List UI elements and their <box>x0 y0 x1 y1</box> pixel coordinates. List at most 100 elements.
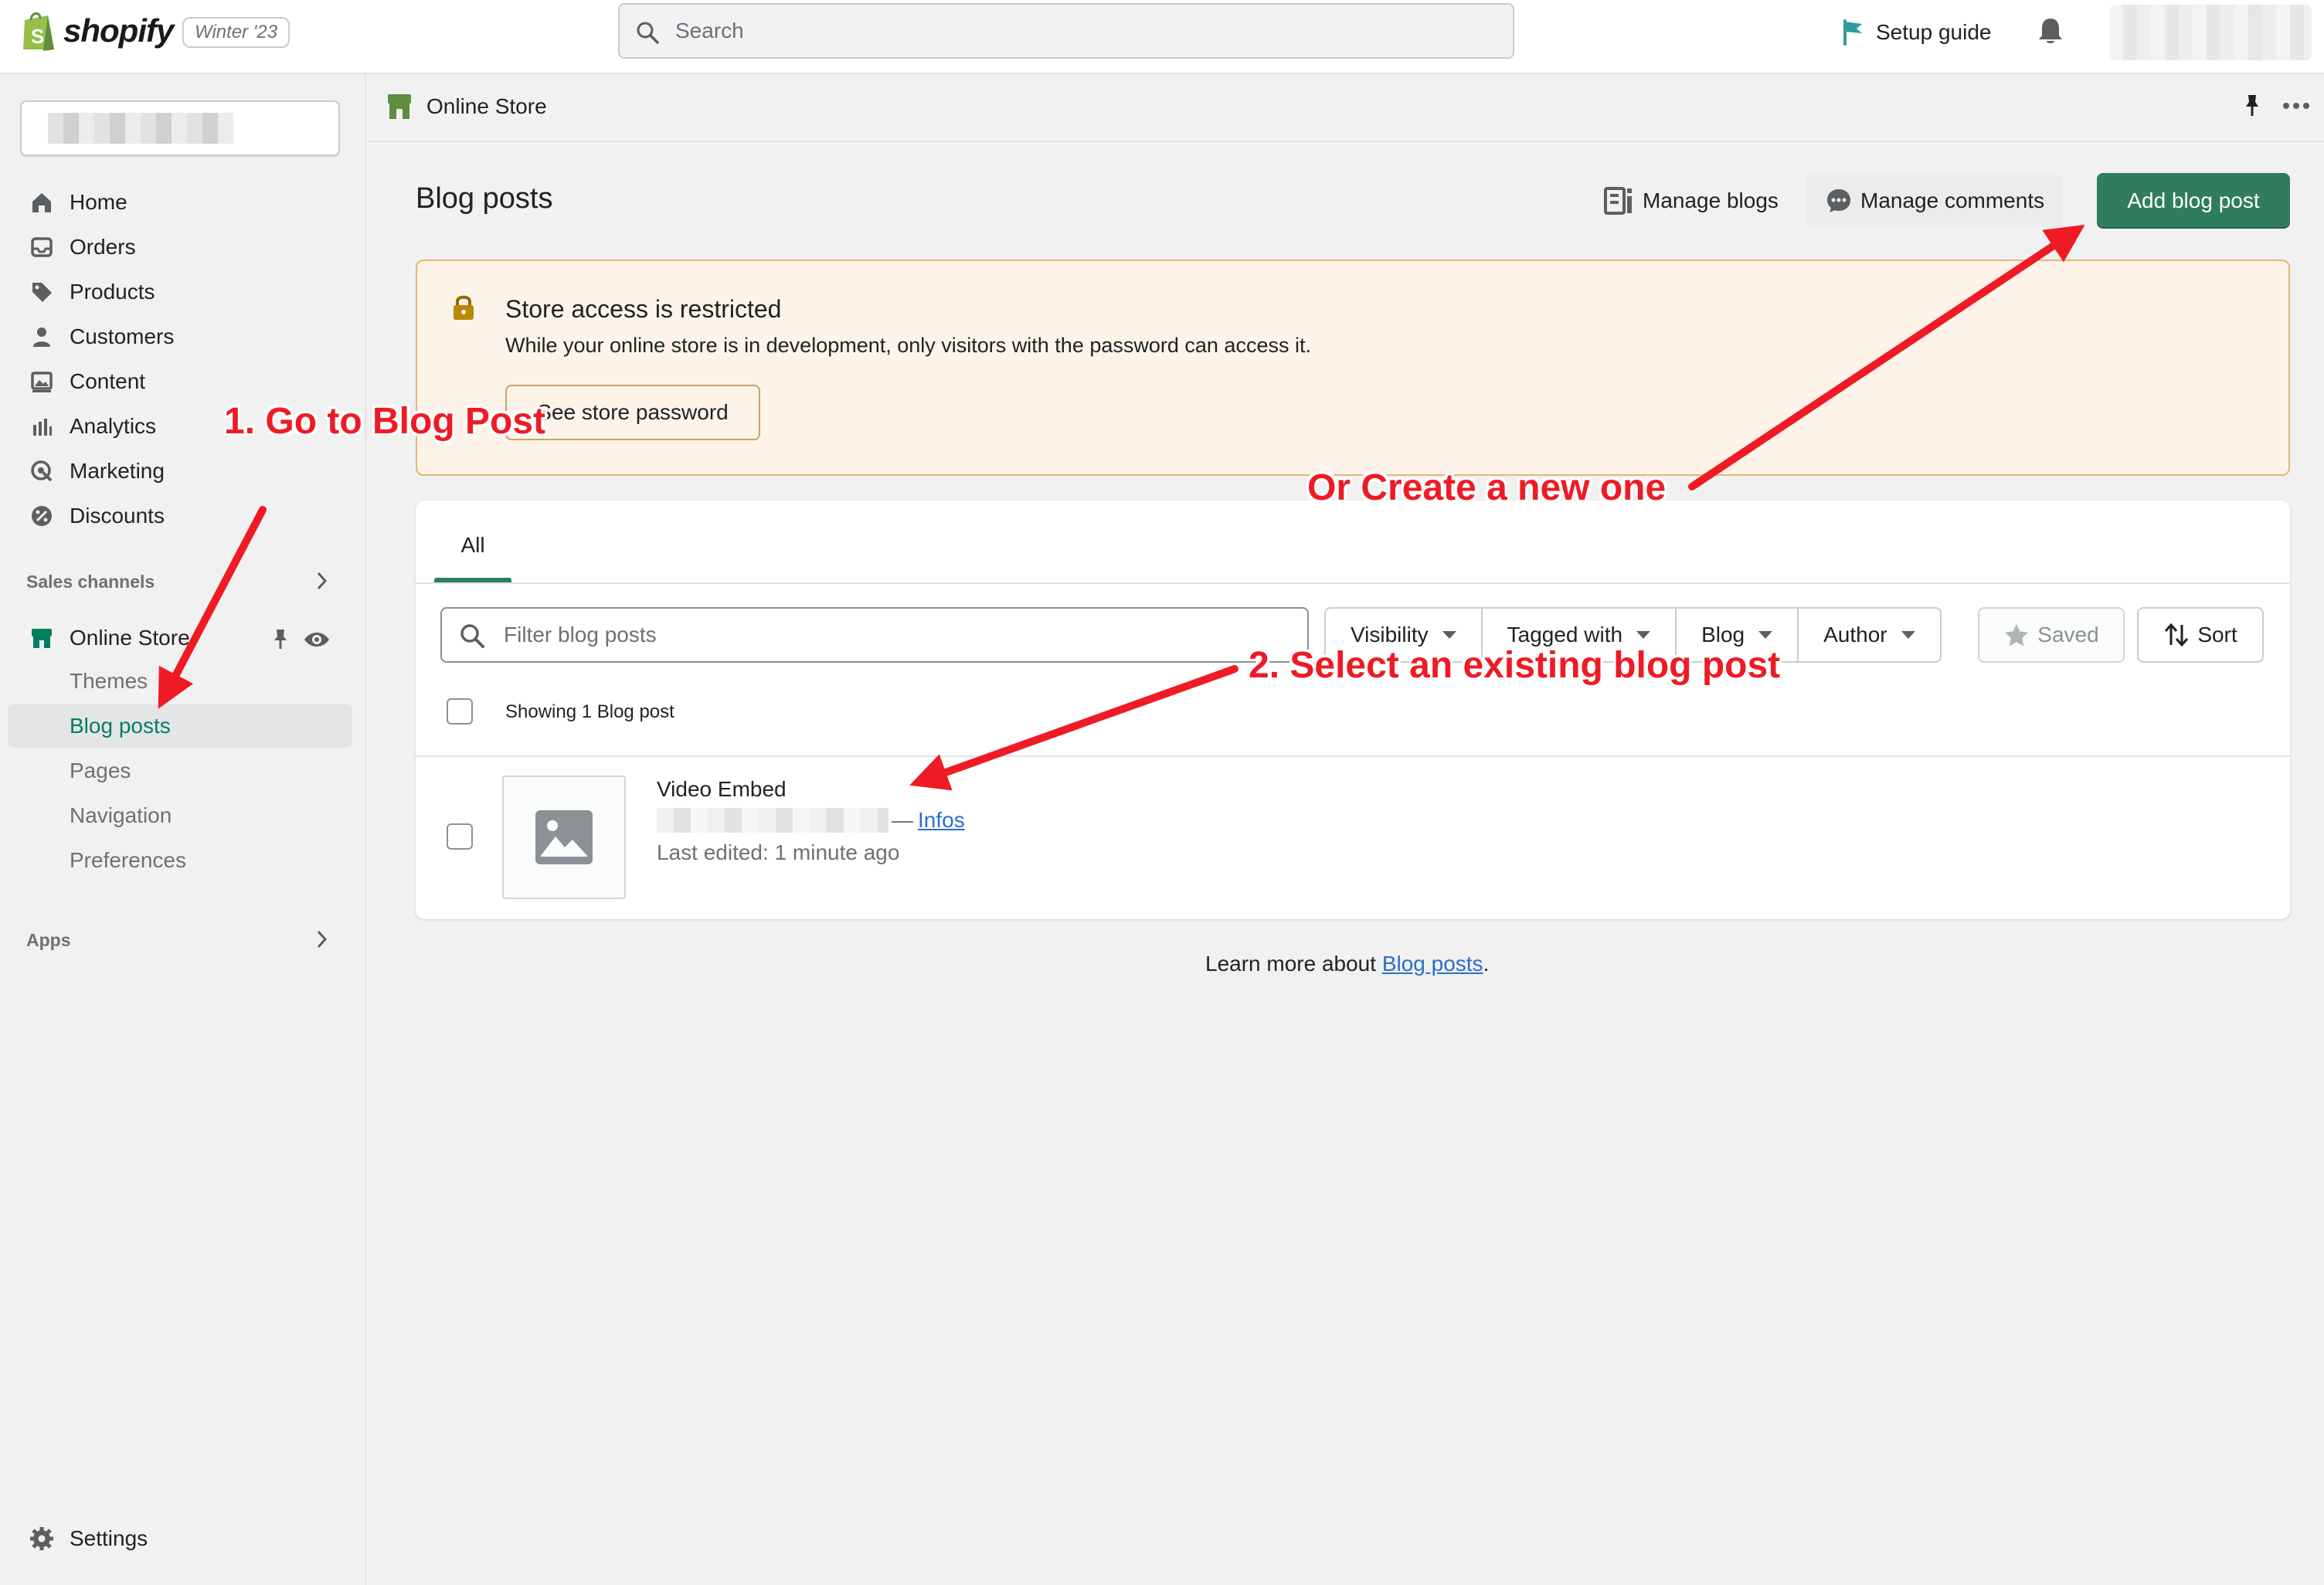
tag-icon <box>28 278 56 306</box>
shopify-logo[interactable]: S shopify <box>20 9 174 53</box>
post-title[interactable]: Video Embed <box>657 777 787 802</box>
sidebar-item-themes[interactable]: Themes <box>70 663 148 700</box>
sort-label: Sort <box>2197 623 2237 647</box>
post-meta-separator: — <box>892 808 913 832</box>
caret-down-icon <box>1636 631 1651 639</box>
chevron-right-icon[interactable] <box>312 928 331 950</box>
edition-badge: Winter '23 <box>182 17 290 48</box>
lock-icon <box>454 295 474 320</box>
search-input[interactable] <box>675 5 1494 57</box>
learn-more-text: Learn more about Blog posts. <box>1205 952 1489 976</box>
sidebar-item-blog-posts[interactable]: Blog posts <box>70 708 171 745</box>
sidebar-item-label: Marketing <box>70 459 165 483</box>
sidebar-item-preferences[interactable]: Preferences <box>70 842 186 879</box>
saved-button[interactable]: Saved <box>1978 607 2125 663</box>
orders-icon <box>28 233 56 261</box>
caret-down-icon <box>1442 631 1456 639</box>
sidebar-item-products[interactable]: Products <box>28 273 155 311</box>
person-icon <box>28 323 56 351</box>
pin-icon[interactable] <box>270 627 290 652</box>
sidebar-item-navigation[interactable]: Navigation <box>70 797 172 834</box>
image-placeholder-icon <box>535 810 593 864</box>
banner-title: Store access is restricted <box>505 295 782 323</box>
chevron-right-icon[interactable] <box>312 570 331 592</box>
search-icon <box>460 624 484 648</box>
discount-icon <box>28 502 56 530</box>
sidebar-item-home[interactable]: Home <box>28 184 127 221</box>
learn-more-suffix: . <box>1483 952 1490 976</box>
tab-all[interactable]: All <box>434 533 511 584</box>
store-name-redacted <box>48 113 233 144</box>
sidebar-item-label: Settings <box>70 1526 148 1550</box>
post-blog-link[interactable]: Infos <box>918 808 965 833</box>
store-switcher[interactable] <box>20 100 340 156</box>
manage-blogs-label: Manage blogs <box>1643 188 1779 212</box>
filter-field[interactable] <box>440 607 1309 663</box>
star-icon <box>2005 624 2029 647</box>
sidebar-item-pages[interactable]: Pages <box>70 752 131 789</box>
sidebar-item-label: Online Store <box>70 626 190 650</box>
manage-comments-button[interactable]: Manage comments <box>1806 175 2064 227</box>
blog-posts-card: All Visibility Tagged with Blog Author S… <box>416 501 2290 919</box>
caret-down-icon <box>1758 631 1773 639</box>
divider <box>416 582 2290 584</box>
sidebar-item-online-store[interactable]: Online Store <box>28 619 190 657</box>
store-restricted-banner: Store access is restricted While your on… <box>416 260 2290 476</box>
showing-count: Showing 1 Blog post <box>505 701 674 722</box>
pin-icon[interactable] <box>2242 93 2262 119</box>
home-icon <box>28 188 56 216</box>
search-icon <box>637 22 659 44</box>
notifications-button[interactable] <box>2037 15 2064 50</box>
post-meta-redacted <box>657 808 888 833</box>
search-bar[interactable] <box>618 3 1514 59</box>
more-horizontal-icon[interactable] <box>2282 102 2310 110</box>
manage-blogs-button[interactable]: Manage blogs <box>1604 175 1779 227</box>
sort-button[interactable]: Sort <box>2137 607 2264 663</box>
sidebar-item-discounts[interactable]: Discounts <box>28 497 165 535</box>
author-filter-button[interactable]: Author <box>1799 609 1940 661</box>
filter-label: Author <box>1823 623 1887 647</box>
annotation-step-2: 2. Select an existing blog post <box>1249 645 1781 686</box>
bell-icon <box>2039 19 2062 43</box>
setup-guide-button[interactable]: Setup guide <box>1842 15 1991 49</box>
store-icon <box>388 94 411 119</box>
blog-icon <box>1604 187 1632 215</box>
eye-icon[interactable] <box>303 629 331 650</box>
banner-text: While your online store is in developmen… <box>505 334 1311 357</box>
post-thumbnail[interactable] <box>502 776 626 899</box>
target-icon <box>28 457 56 485</box>
sidebar-item-label: Content <box>70 369 146 393</box>
sidebar-item-label: Products <box>70 280 155 304</box>
sidebar-item-settings[interactable]: Settings <box>28 1520 148 1557</box>
account-menu[interactable] <box>2109 5 2312 60</box>
sidebar-item-label: Orders <box>70 235 136 259</box>
sales-channels-heading: Sales channels <box>26 572 155 592</box>
annotation-create-new: Or Create a new one <box>1307 467 1667 508</box>
select-all-checkbox[interactable] <box>447 698 473 725</box>
sidebar-item-analytics[interactable]: Analytics <box>28 408 156 445</box>
sort-icon <box>2165 623 2189 647</box>
bar-chart-icon <box>28 412 56 440</box>
comment-icon <box>1827 189 1850 212</box>
sidebar-item-marketing[interactable]: Marketing <box>28 453 165 490</box>
add-blog-post-button[interactable]: Add blog post <box>2097 173 2290 229</box>
sidebar-item-label: Home <box>70 190 127 214</box>
gear-icon <box>28 1525 56 1553</box>
learn-more-prefix: Learn more about <box>1205 952 1382 976</box>
sidebar-item-content[interactable]: Content <box>28 363 145 400</box>
learn-more-link[interactable]: Blog posts <box>1382 952 1483 976</box>
sidebar-item-customers[interactable]: Customers <box>28 318 174 355</box>
divider <box>416 755 2290 757</box>
saved-label: Saved <box>2037 623 2099 647</box>
flag-icon <box>1843 19 1862 46</box>
logo-wordmark: shopify <box>63 12 174 49</box>
sidebar-item-orders[interactable]: Orders <box>28 229 136 266</box>
apps-heading: Apps <box>26 930 71 950</box>
row-checkbox[interactable] <box>447 823 473 850</box>
annotation-step-1: 1. Go to Blog Post <box>224 401 545 442</box>
filter-input[interactable] <box>504 609 1292 661</box>
store-icon <box>28 624 56 652</box>
manage-comments-label: Manage comments <box>1860 188 2045 212</box>
page-title: Blog posts <box>416 182 553 215</box>
breadcrumb[interactable]: Online Store <box>386 93 547 120</box>
